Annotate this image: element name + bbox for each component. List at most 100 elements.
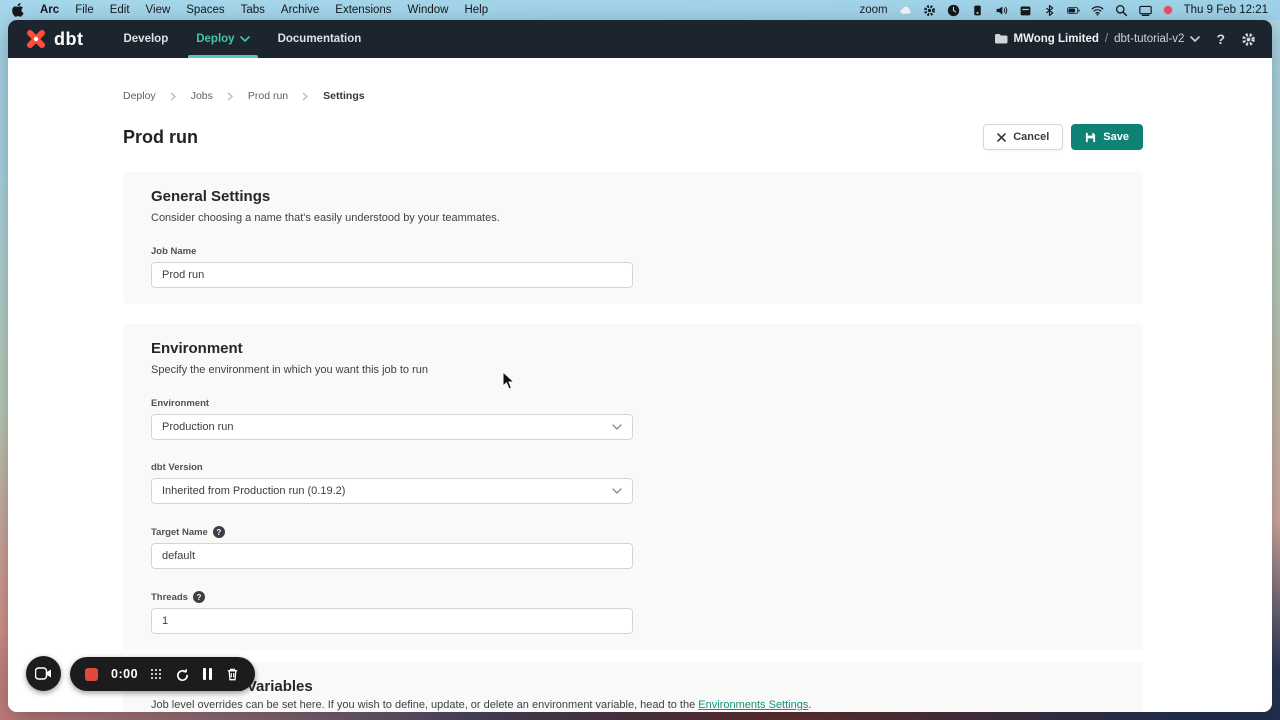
record-status-icon[interactable]: [1163, 5, 1173, 15]
threads-input[interactable]: [151, 608, 633, 634]
save-button-label: Save: [1103, 131, 1129, 143]
account-separator: /: [1105, 33, 1108, 45]
page-content: Deploy Jobs Prod run Settings Prod run C…: [8, 58, 1272, 712]
breadcrumb-separator-icon: [170, 92, 177, 101]
cloud-icon[interactable]: [899, 4, 912, 17]
calendar-icon[interactable]: [1019, 4, 1032, 17]
general-settings-card: General Settings Consider choosing a nam…: [123, 172, 1143, 304]
breadcrumb-prod-run[interactable]: Prod run: [248, 90, 288, 102]
environments-settings-link[interactable]: Environments Settings: [698, 699, 808, 711]
chevron-down-icon: [612, 424, 622, 430]
menubar-item-file[interactable]: File: [75, 4, 94, 16]
nav-documentation-label: Documentation: [278, 33, 362, 45]
apple-menu-icon[interactable]: [12, 3, 24, 17]
target-name-label-text: Target Name: [151, 527, 208, 538]
job-name-label: Job Name: [151, 246, 1115, 257]
breadcrumb-deploy[interactable]: Deploy: [123, 90, 156, 102]
env-vars-desc-suffix: .: [808, 699, 811, 711]
account-name: MWong Limited: [1014, 33, 1099, 45]
dbt-app-header: dbt Develop Deploy Documentation MWong L…: [8, 20, 1272, 58]
breadcrumb-separator-icon: [227, 92, 234, 101]
recording-toolbar: 0:00: [70, 657, 255, 691]
bluetooth-icon[interactable]: [1043, 4, 1056, 17]
drag-handle-icon[interactable]: [151, 669, 162, 680]
cancel-button[interactable]: Cancel: [983, 124, 1063, 150]
environment-select-value: Production run: [162, 421, 612, 433]
help-tooltip-icon[interactable]: ?: [213, 526, 225, 538]
dbt-logo-icon: [24, 27, 48, 51]
chevron-down-icon: [240, 36, 250, 42]
stop-recording-button[interactable]: [85, 668, 98, 681]
target-name-input[interactable]: [151, 543, 633, 569]
general-settings-heading: General Settings: [151, 188, 1115, 205]
dbt-version-select-value: Inherited from Production run (0.19.2): [162, 485, 612, 497]
menubar-item-spaces[interactable]: Spaces: [186, 4, 224, 16]
settings-gear-icon[interactable]: [923, 4, 936, 17]
close-icon: [997, 133, 1006, 142]
menubar-item-arc[interactable]: Arc: [40, 4, 59, 16]
dbt-version-select[interactable]: Inherited from Production run (0.19.2): [151, 478, 633, 504]
app-nav: Develop Deploy Documentation: [109, 20, 375, 58]
nav-deploy[interactable]: Deploy: [182, 20, 263, 58]
general-settings-description: Consider choosing a name that's easily u…: [151, 212, 1115, 224]
menubar-item-tabs[interactable]: Tabs: [241, 4, 265, 16]
page-title: Prod run: [123, 127, 198, 148]
nav-deploy-label: Deploy: [196, 33, 234, 45]
threads-label: Threads ?: [151, 591, 1115, 603]
camera-bubble-button[interactable]: [26, 656, 61, 691]
menubar-item-view[interactable]: View: [146, 4, 171, 16]
nav-develop[interactable]: Develop: [109, 20, 182, 58]
save-icon: [1085, 132, 1096, 143]
environment-select[interactable]: Production run: [151, 414, 633, 440]
menubar-clock[interactable]: Thu 9 Feb 12:21: [1184, 4, 1268, 16]
environment-variables-description: Job level overrides can be set here. If …: [151, 699, 1115, 711]
display-mirror-icon[interactable]: [1139, 4, 1152, 17]
zoom-app-label[interactable]: zoom: [859, 4, 887, 16]
environment-variables-card: Environment Variables Job level override…: [123, 662, 1143, 712]
wifi-icon[interactable]: [1091, 4, 1104, 17]
pause-recording-icon[interactable]: [203, 668, 212, 680]
chevron-down-icon: [1190, 36, 1200, 42]
breadcrumb-jobs[interactable]: Jobs: [191, 90, 213, 102]
environment-select-label: Environment: [151, 398, 1115, 409]
browser-window: dbt Develop Deploy Documentation MWong L…: [8, 20, 1272, 712]
dbt-logo-text: dbt: [54, 29, 83, 50]
macos-menubar: Arc File Edit View Spaces Tabs Archive E…: [0, 0, 1280, 20]
gear-icon[interactable]: [1241, 32, 1256, 47]
account-project-switcher[interactable]: MWong Limited / dbt-tutorial-v2: [994, 33, 1201, 45]
help-icon[interactable]: ?: [1216, 31, 1225, 47]
restart-recording-icon[interactable]: [175, 667, 190, 682]
app-box-icon[interactable]: [971, 4, 984, 17]
volume-icon[interactable]: [995, 4, 1008, 17]
recording-timer: 0:00: [111, 667, 138, 681]
environment-heading: Environment: [151, 340, 1115, 357]
help-tooltip-icon[interactable]: ?: [193, 591, 205, 603]
job-name-input[interactable]: [151, 262, 633, 288]
chevron-down-icon: [612, 488, 622, 494]
target-name-label: Target Name ?: [151, 526, 1115, 538]
environment-variables-heading: Environment Variables: [151, 678, 1115, 695]
video-camera-icon: [35, 667, 52, 680]
dbt-logo[interactable]: dbt: [24, 27, 83, 51]
project-name: dbt-tutorial-v2: [1114, 33, 1184, 45]
nav-documentation[interactable]: Documentation: [264, 20, 376, 58]
search-icon[interactable]: [1115, 4, 1128, 17]
menubar-item-help[interactable]: Help: [464, 4, 488, 16]
breadcrumb-separator-icon: [302, 92, 309, 101]
threads-label-text: Threads: [151, 592, 188, 603]
env-vars-desc-prefix: Job level overrides can be set here. If …: [151, 699, 698, 711]
battery-icon[interactable]: [1067, 4, 1080, 17]
clock-icon[interactable]: [947, 4, 960, 17]
trash-icon[interactable]: [225, 667, 240, 682]
nav-develop-label: Develop: [123, 33, 168, 45]
folder-icon: [994, 33, 1008, 45]
breadcrumb: Deploy Jobs Prod run Settings: [123, 90, 1143, 102]
menubar-item-extensions[interactable]: Extensions: [335, 4, 391, 16]
menubar-item-edit[interactable]: Edit: [110, 4, 130, 16]
save-button[interactable]: Save: [1071, 124, 1143, 150]
menubar-item-archive[interactable]: Archive: [281, 4, 319, 16]
environment-description: Specify the environment in which you wan…: [151, 364, 1115, 376]
menubar-item-window[interactable]: Window: [408, 4, 449, 16]
environment-card: Environment Specify the environment in w…: [123, 324, 1143, 650]
breadcrumb-settings: Settings: [323, 90, 364, 102]
